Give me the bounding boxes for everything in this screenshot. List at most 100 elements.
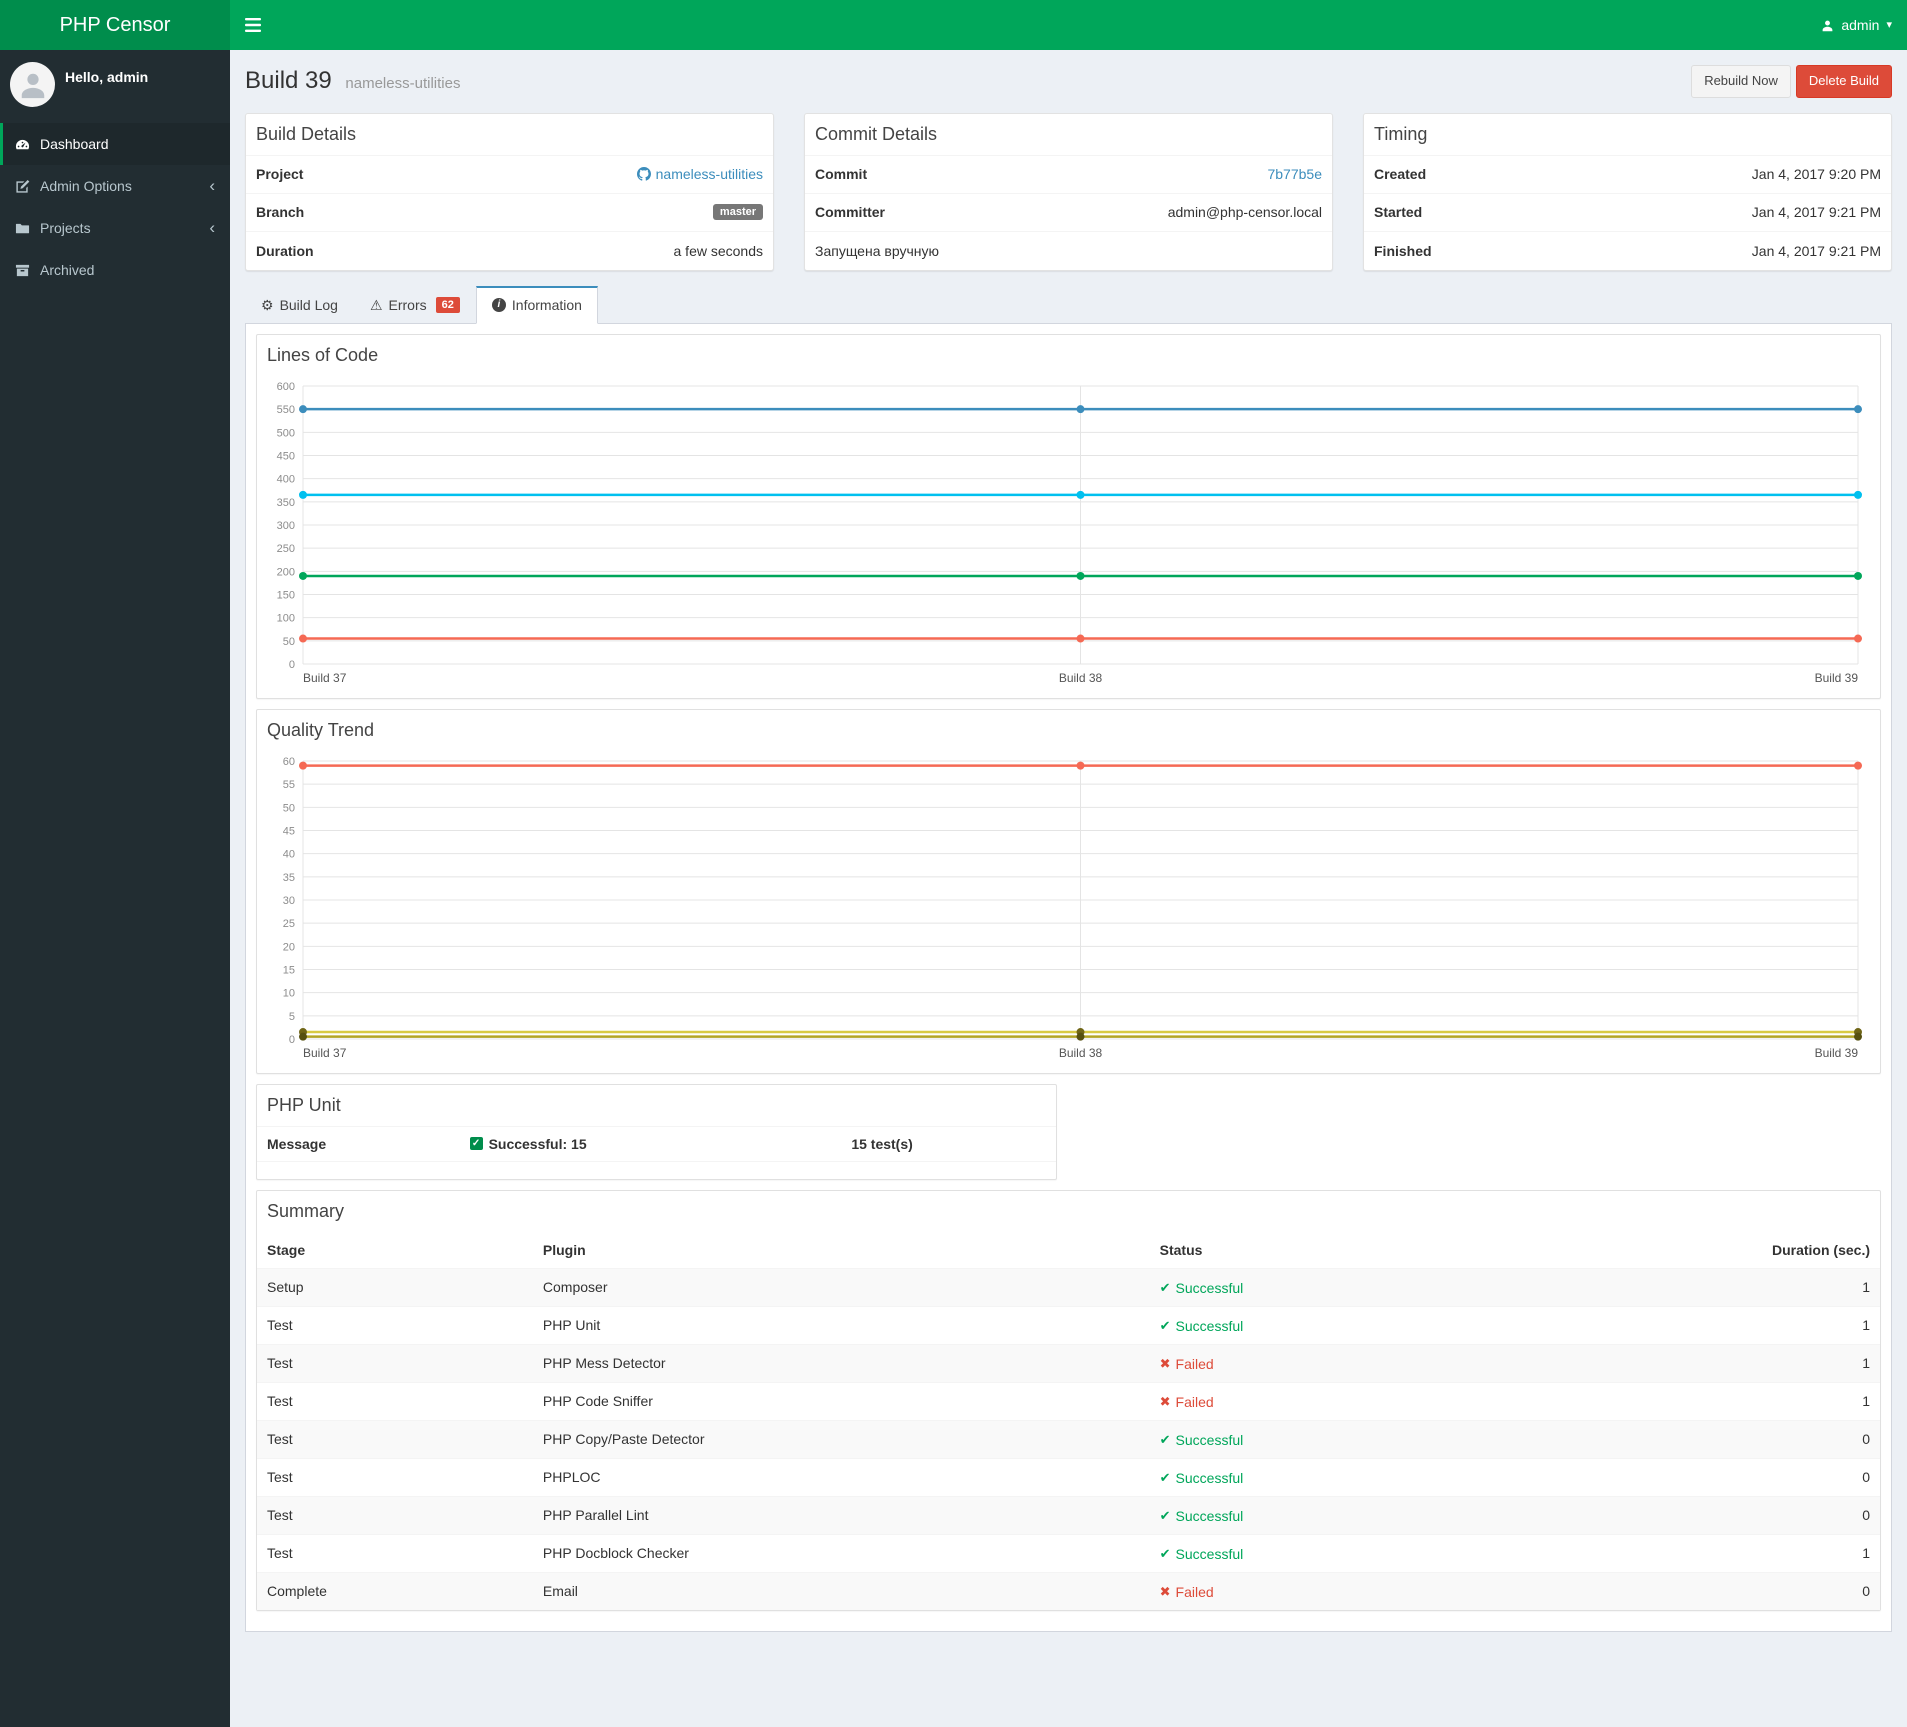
tab-build-log[interactable]: ⚙ Build Log (245, 286, 354, 324)
chart-point (299, 634, 307, 643)
app: PHP Censor admin ▾ Hello, admin Dashboar… (0, 0, 1907, 1727)
cross-icon: ✖ (1159, 1355, 1171, 1371)
sidebar: Hello, admin Dashboard Admin Options ‹ P… (0, 50, 230, 1727)
info-icon: i (491, 297, 506, 312)
summary-row: Test PHP Code Sniffer ✖ Failed 1 (257, 1381, 1880, 1421)
page-header: Build 39 nameless-utilities Rebuild Now … (230, 50, 1907, 113)
y-tick-label: 500 (277, 427, 295, 439)
y-tick-label: 30 (283, 895, 295, 907)
tab-information[interactable]: i Information (475, 285, 598, 324)
archive-icon (15, 262, 31, 278)
sidebar-menu: Dashboard Admin Options ‹ Projects ‹ Arc… (0, 123, 230, 291)
started-value: Jan 4, 2017 9:21 PM (1751, 204, 1881, 221)
status-cell: ✔ Successful (1149, 1305, 1637, 1345)
chart-point (1076, 634, 1085, 643)
lines-of-code-chart: 0 50 100 150 200 250 300 350 400 450 500 550 600 Buil… (267, 376, 1870, 688)
build-status: ✔ Successful (1160, 1432, 1244, 1448)
status-cell: ✔ Successful (1149, 1419, 1637, 1459)
stage-cell: Test (257, 1533, 533, 1573)
status-column-header: Status (1149, 1231, 1637, 1269)
avatar-person-icon (21, 73, 44, 98)
page-title: Build 39 nameless-utilities (245, 67, 460, 95)
user-menu[interactable]: admin ▾ (1806, 0, 1907, 50)
chart-point (1076, 1032, 1085, 1041)
user-icon (1822, 20, 1833, 31)
summary-row: Test PHPLOC ✔ Successful 0 (257, 1457, 1880, 1497)
panel-title: Commit Details (815, 123, 938, 144)
stage-cell: Test (257, 1305, 533, 1345)
y-tick-label: 25 (283, 918, 295, 930)
status-label: Successful (1175, 1507, 1244, 1524)
build-status: ✔ Successful (1160, 1546, 1244, 1562)
duration-cell: 0 (1636, 1457, 1880, 1497)
rebuild-now-button[interactable]: Rebuild Now (1691, 65, 1791, 98)
y-tick-label: 600 (277, 381, 295, 393)
panel-header: Quality Trend (257, 710, 1880, 747)
row-label: Created (1374, 166, 1427, 183)
x-tick-label: Build 38 (1059, 1046, 1103, 1060)
panel-title: Lines of Code (267, 344, 379, 365)
brand-logo[interactable]: PHP Censor (0, 0, 230, 50)
check-icon: ✔ (1159, 1431, 1171, 1447)
y-tick-label: 200 (277, 566, 295, 578)
quality-trend-chart: 0 5 10 15 20 25 30 35 40 45 50 55 60 Build 37 Build 38… (267, 751, 1870, 1063)
stage-column-header: Stage (257, 1231, 533, 1269)
chart-canvas: 0 50 100 150 200 250 300 350 400 450 500 550 600 Buil… (277, 381, 1862, 685)
project-link[interactable]: nameless-utilities (636, 166, 763, 182)
status-label: Successful (1175, 1279, 1244, 1296)
status-cell: ✔ Successful (1149, 1533, 1637, 1573)
row-label: Branch (256, 204, 305, 221)
x-tick-label: Build 39 (1815, 671, 1859, 685)
check-icon: ✔ (1159, 1279, 1171, 1295)
summary-row: Setup Composer ✔ Successful 1 (257, 1267, 1880, 1307)
sidebar-item-projects[interactable]: Projects ‹ (0, 207, 230, 249)
y-tick-label: 50 (283, 636, 295, 648)
x-tick-label: Build 39 (1815, 1046, 1859, 1060)
y-tick-label: 450 (277, 450, 295, 462)
row-label: Committer (815, 204, 886, 221)
sidebar-toggle-button[interactable] (230, 0, 275, 50)
sidebar-item-admin-options[interactable]: Admin Options ‹ (0, 165, 230, 207)
branch-badge: master (712, 204, 763, 221)
sidebar-item-dashboard[interactable]: Dashboard (0, 123, 230, 165)
build-details-panel: Build Details Project nameless-utilities… (245, 112, 774, 271)
started-row: Started Jan 4, 2017 9:21 PM (1364, 194, 1891, 232)
chart-point (1854, 761, 1862, 770)
row-label: Started (1374, 204, 1423, 221)
dashboard-icon (15, 136, 31, 152)
chart-point (299, 405, 307, 414)
status-cell: ✔ Successful (1149, 1267, 1637, 1307)
finished-value: Jan 4, 2017 9:21 PM (1751, 242, 1881, 259)
warning-icon: ⚠ (369, 296, 383, 313)
tab-errors[interactable]: ⚠ Errors 62 (354, 286, 476, 324)
summary-table-head: Stage Plugin Status Duration (sec.) (257, 1231, 1880, 1269)
panel-header: Summary (257, 1191, 1880, 1228)
commit-link[interactable]: 7b77b5e (1267, 166, 1322, 182)
avatar (10, 62, 55, 107)
sidebar-item-archived[interactable]: Archived (0, 249, 230, 291)
row-label: Commit (815, 166, 868, 183)
errors-count-badge: 62 (435, 296, 460, 313)
summary-panel: Summary Stage Plugin Status Duration (se… (256, 1189, 1881, 1611)
duration-cell: 1 (1636, 1305, 1880, 1345)
plugin-cell: PHP Docblock Checker (532, 1533, 1150, 1573)
plugin-cell: PHP Code Sniffer (532, 1381, 1150, 1421)
branch-row: Branch master (246, 194, 773, 232)
status-label: Successful (1175, 1469, 1244, 1486)
duration-cell: 1 (1636, 1267, 1880, 1307)
delete-build-button[interactable]: Delete Build (1795, 65, 1892, 98)
summary-row: Test PHP Mess Detector ✖ Failed 1 (257, 1343, 1880, 1383)
build-status: ✔ Successful (1160, 1470, 1244, 1486)
commit-message: Запущена вручную (815, 242, 939, 259)
page-subtitle: nameless-utilities (345, 75, 461, 93)
y-tick-label: 350 (277, 497, 295, 509)
panel-header: PHP Unit (257, 1085, 1056, 1122)
summary-row: Complete Email ✖ Failed 0 (257, 1571, 1880, 1610)
y-tick-label: 5 (289, 1011, 295, 1023)
content: Build 39 nameless-utilities Rebuild Now … (230, 50, 1907, 1647)
y-tick-label: 300 (277, 520, 295, 532)
duration-cell: 1 (1636, 1533, 1880, 1573)
build-title: Build 39 (245, 67, 332, 95)
user-name: admin (1841, 17, 1880, 33)
status-label: Successful (1175, 1431, 1244, 1448)
